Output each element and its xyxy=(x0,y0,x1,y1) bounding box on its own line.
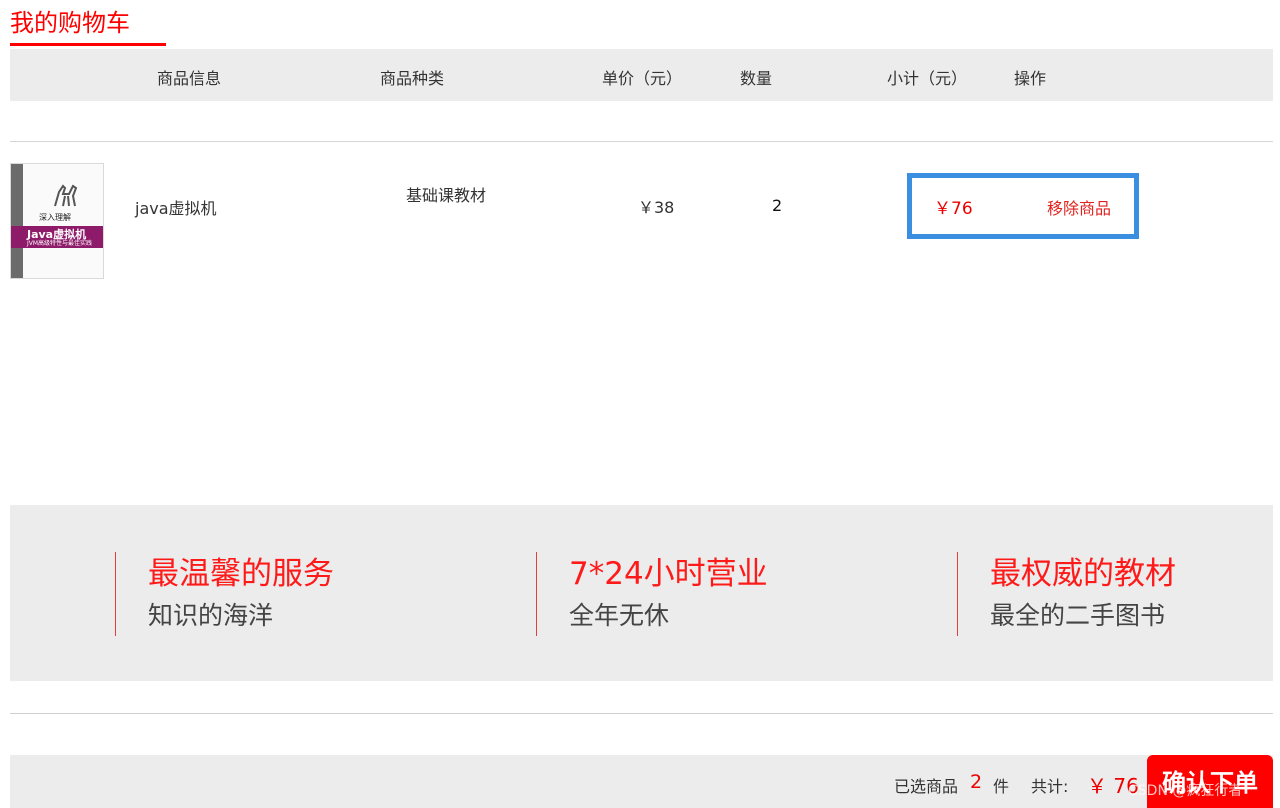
promo-title: 最权威的教材 xyxy=(990,556,1176,592)
total-label: 共计: xyxy=(1031,777,1069,796)
promo-subtitle: 全年无休 xyxy=(569,601,670,630)
promo-band: 最温馨的服务 知识的海洋 7*24小时营业 全年无休 最权威的教材 最全的二手图… xyxy=(10,505,1273,681)
book-cover-image[interactable]: 深入理解 Java虚拟机 JVM高级特性与最佳实践 xyxy=(10,163,104,279)
promo-service: 最温馨的服务 知识的海洋 xyxy=(115,552,334,636)
remove-item-link[interactable]: 移除商品 xyxy=(1047,195,1111,219)
book-cover-title: 深入理解 xyxy=(39,213,71,222)
promo-hours: 7*24小时营业 全年无休 xyxy=(536,552,768,636)
promo-subtitle: 知识的海洋 xyxy=(148,601,274,630)
page-title: 我的购物车 xyxy=(10,9,130,37)
book-cover-spine xyxy=(11,164,23,278)
unit-price: ￥38 xyxy=(638,198,675,217)
items-unit: 件 xyxy=(993,777,1010,796)
promo-title: 最温馨的服务 xyxy=(148,556,334,592)
giraffe-icon xyxy=(54,184,78,207)
column-header-unit-price: 单价（元） xyxy=(602,69,683,88)
column-header-quantity: 数量 xyxy=(740,69,773,88)
promo-textbooks: 最权威的教材 最全的二手图书 xyxy=(957,552,1176,636)
selected-items-count: 2 xyxy=(970,771,983,793)
checkout-bar: 已选商品 2 件 共计: ￥ 76 确认下单 xyxy=(10,755,1273,808)
promo-title: 7*24小时营业 xyxy=(569,556,768,592)
column-header-category: 商品种类 xyxy=(380,69,445,88)
quantity-value[interactable]: 2 xyxy=(772,196,782,215)
promo-subtitle: 最全的二手图书 xyxy=(990,601,1166,630)
product-name[interactable]: java虚拟机 xyxy=(135,195,217,219)
product-category: 基础课教材 xyxy=(406,186,487,205)
column-header-subtotal: 小计（元） xyxy=(887,69,968,88)
cart-table-header: 商品信息 商品种类 单价（元） 数量 小计（元） 操作 xyxy=(10,49,1273,101)
title-underline xyxy=(10,43,166,46)
subtotal-highlight-box: ￥76 移除商品 xyxy=(907,173,1139,239)
selected-items-label: 已选商品 xyxy=(894,777,959,796)
csdn-watermark: CSDN @疯狂行者 xyxy=(1128,783,1243,799)
subtotal-value: ￥76 xyxy=(934,199,973,219)
column-header-product-info: 商品信息 xyxy=(157,69,222,88)
book-cover-note: JVM高级特性与最佳实践 xyxy=(27,240,93,247)
cart-item-row: 深入理解 Java虚拟机 JVM高级特性与最佳实践 java虚拟机 基础课教材 … xyxy=(10,142,1273,302)
column-header-action: 操作 xyxy=(1014,69,1047,88)
footer-divider xyxy=(10,713,1273,714)
